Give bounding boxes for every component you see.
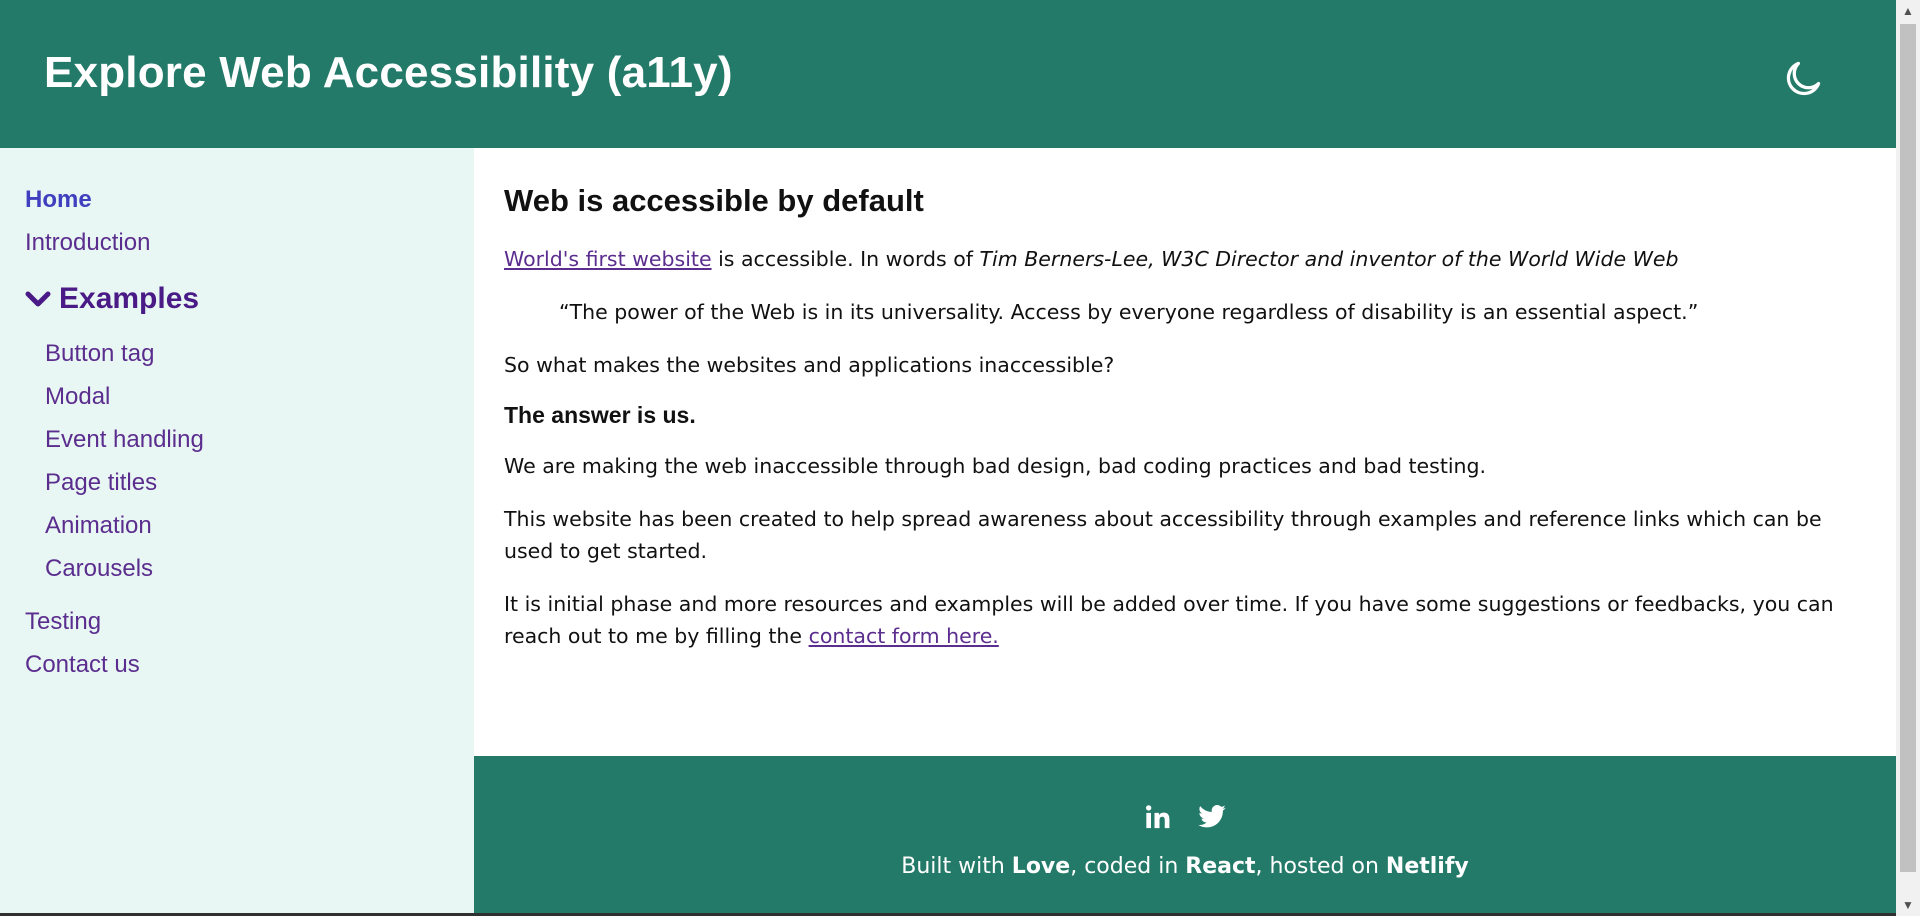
footer-love: Love (1011, 854, 1071, 879)
chevron-down-icon (25, 289, 51, 309)
social-links (1141, 800, 1229, 834)
site-title: Explore Web Accessibility (a11y) (44, 48, 733, 97)
question-paragraph: So what makes the websites and applicati… (504, 353, 1115, 377)
sidebar-item-page-titles[interactable]: Page titles (0, 461, 474, 504)
sidebar-section-examples[interactable]: Examples (0, 274, 474, 324)
site-header: Explore Web Accessibility (a11y) (0, 0, 1896, 148)
sidebar-item-introduction[interactable]: Introduction (0, 221, 474, 264)
scroll-up-arrow-icon[interactable]: ▲ (1896, 0, 1920, 22)
paragraph-bad-design: We are making the web inaccessible throu… (504, 454, 1487, 478)
sidebar-item-home[interactable]: Home (0, 178, 474, 221)
answer-heading: The answer is us. (504, 402, 696, 428)
sidebar-item-modal[interactable]: Modal (0, 375, 474, 418)
footer-netlify: Netlify (1385, 854, 1469, 879)
sidebar-sublist-examples: Button tag Modal Event handling Page tit… (0, 332, 474, 590)
footer-react: React (1185, 854, 1256, 879)
twitter-link[interactable] (1195, 800, 1229, 834)
sidebar-item-animation[interactable]: Animation (0, 504, 474, 547)
paragraph-purpose: This website has been created to help sp… (504, 507, 1822, 563)
footer-text-part3: , hosted on (1255, 854, 1386, 879)
quote-attribution: Tim Berners-Lee, W3C Director and invent… (979, 247, 1679, 271)
scrollbar-thumb[interactable] (1900, 24, 1916, 872)
twitter-icon (1198, 805, 1226, 828)
page-title: Web is accessible by default (504, 183, 924, 218)
sidebar-item-carousels[interactable]: Carousels (0, 547, 474, 590)
sidebar-item-contact-us[interactable]: Contact us (0, 643, 474, 686)
site-footer: Built with Love, coded in React, hosted … (474, 756, 1896, 916)
theme-toggle-button[interactable] (1774, 50, 1832, 108)
moon-icon (1786, 61, 1821, 96)
main-content: Web is accessible by default World's fir… (474, 148, 1896, 756)
worlds-first-website-link[interactable]: World's first website (504, 247, 712, 271)
intro-paragraph: World's first website is accessible. In … (504, 243, 1866, 275)
sidebar-nav: Home Introduction Examples Button tag Mo… (0, 148, 474, 916)
contact-form-link[interactable]: contact form here. (809, 624, 999, 648)
intro-text: is accessible. In words of (711, 247, 980, 271)
scroll-down-arrow-icon[interactable]: ▼ (1896, 894, 1920, 916)
linkedin-link[interactable] (1141, 800, 1175, 834)
sidebar-section-label: Examples (59, 282, 200, 315)
page-scrollbar[interactable]: ▲ ▼ (1896, 0, 1920, 916)
sidebar-item-testing[interactable]: Testing (0, 600, 474, 643)
paragraph-contact: It is initial phase and more resources a… (504, 588, 1866, 652)
blockquote: “The power of the Web is in its universa… (559, 300, 1699, 324)
footer-text-part2: , coded in (1070, 854, 1186, 879)
footer-text-part1: Built with (901, 854, 1012, 879)
sidebar-item-event-handling[interactable]: Event handling (0, 418, 474, 461)
paragraph-contact-text: It is initial phase and more resources a… (504, 592, 1834, 648)
linkedin-icon (1145, 805, 1170, 829)
footer-credits: Built with Love, coded in React, hosted … (901, 854, 1469, 879)
sidebar-item-button-tag[interactable]: Button tag (0, 332, 474, 375)
